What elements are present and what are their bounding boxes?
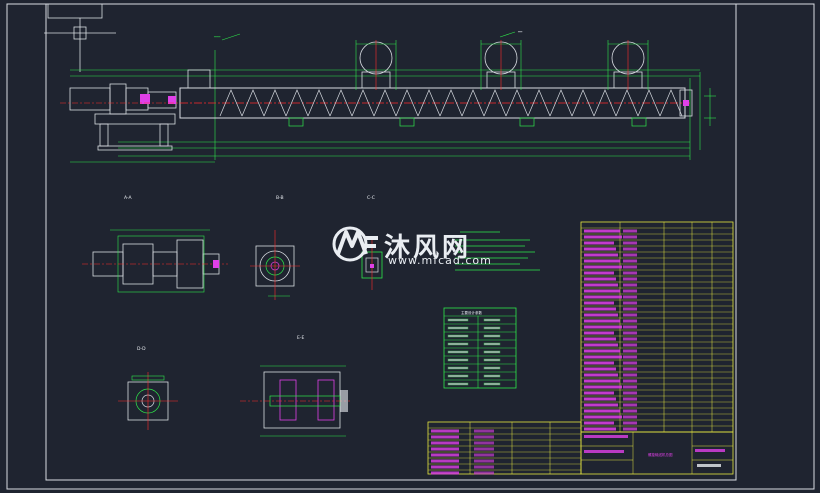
- section-e-e: [240, 365, 350, 437]
- watermark-url: www.mfcad.com: [388, 254, 492, 267]
- title-block-drawing-name: 螺旋输送机总图: [648, 452, 673, 457]
- origin-crosshair: [44, 18, 116, 72]
- section-a-a: [82, 229, 228, 293]
- svg-text:━━━: ━━━: [213, 35, 221, 39]
- mfcad-logo-icon: [332, 226, 378, 262]
- section-d-d: [118, 372, 178, 430]
- view-label-e-e: E-E: [297, 335, 304, 341]
- view-label-b-b: B-B: [276, 195, 284, 201]
- view-label-a-a: A-A: [124, 195, 133, 201]
- section-b-b: [250, 230, 300, 300]
- view-label-c-c: C-C: [367, 195, 375, 201]
- view-label-d-d: D-D: [137, 346, 146, 352]
- svg-text:━━: ━━: [517, 30, 523, 34]
- parameter-table-title: 主要设计参数: [461, 310, 482, 315]
- parameter-table: 主要设计参数: [443, 307, 517, 389]
- conveyor-elevation-view: ━━━ ━━: [60, 30, 716, 163]
- corner-reference-box: [47, 3, 103, 19]
- title-block: 螺旋输送机总图: [580, 431, 734, 475]
